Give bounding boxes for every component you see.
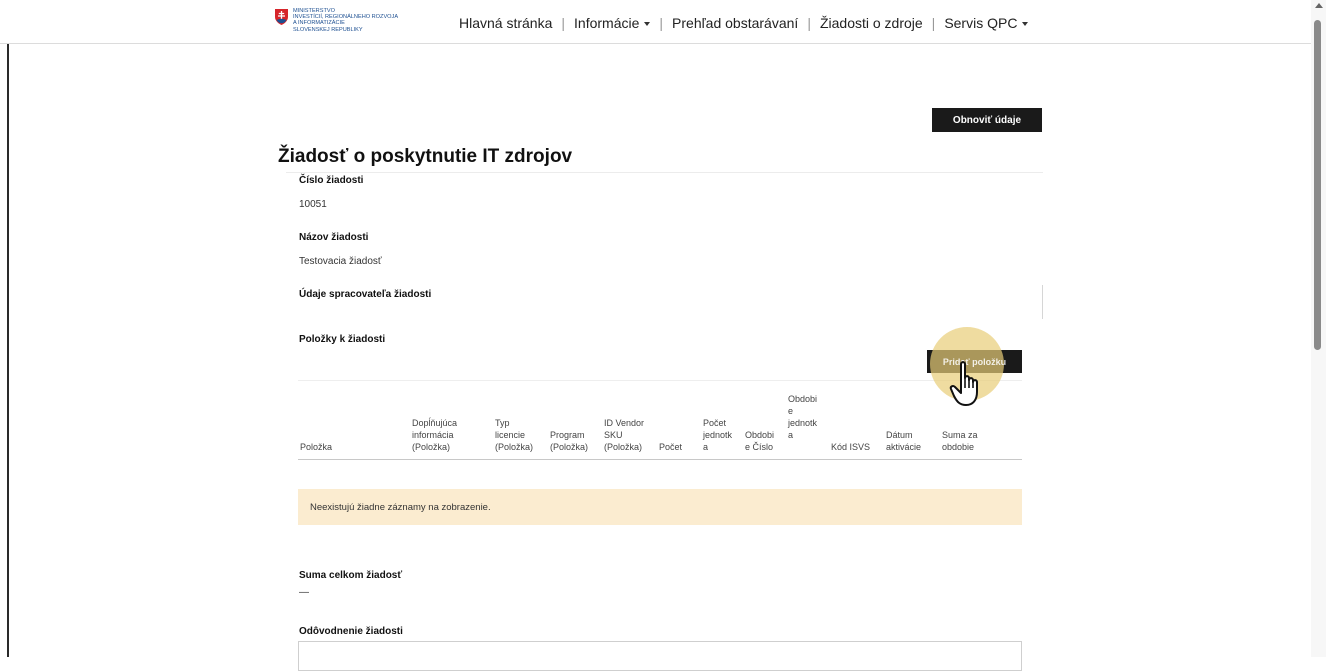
col-header-line: jednotk (703, 430, 733, 440)
col-header-line (942, 417, 978, 429)
col-header-line: e (788, 406, 794, 416)
col-header-line (703, 405, 732, 417)
col-header-line: informácia (412, 430, 454, 440)
col-header-period-number[interactable]: Obdobi e Číslo (745, 405, 774, 453)
col-header-line: Obdobi (745, 430, 775, 440)
scrollbar-thumb[interactable] (1314, 20, 1321, 350)
col-header-line: Položka (300, 442, 333, 452)
col-header-line: (Položka) (550, 442, 589, 452)
ministry-logo-text: MINISTERSTVO INVESTÍCIÍ, REGIONÁLNEHO RO… (293, 8, 398, 33)
empty-table-message: Neexistujú žiadne záznamy na zobrazenie. (298, 489, 1022, 525)
col-header-line: Počet (659, 442, 683, 452)
col-header-line: e Číslo (745, 442, 774, 452)
col-header-program[interactable]: Program (Položka) (550, 405, 588, 453)
col-header-line (659, 429, 682, 441)
nav-info-dropdown[interactable]: Informácie (574, 15, 651, 31)
col-header-line (550, 417, 588, 429)
col-header-line: ID Vendor (604, 418, 645, 428)
total-sum-value: — (299, 587, 309, 598)
table-top-border (298, 380, 1022, 381)
form-card-edge (1042, 285, 1043, 319)
col-header-line: Obdobi (788, 394, 818, 404)
col-header-line: Počet (703, 418, 727, 428)
window-left-edge (7, 0, 9, 657)
table-header-border (298, 459, 1022, 460)
request-number-value: 10051 (299, 199, 327, 210)
col-header-line: Dátum (886, 430, 913, 440)
form-card-border (286, 172, 1043, 173)
col-header-line: jednotk (788, 418, 818, 428)
col-header-line: Typ (495, 418, 510, 428)
nav-separator: | (561, 15, 566, 31)
logo-line: SLOVENSKEJ REPUBLIKY (293, 26, 363, 33)
col-header-line: SKU (604, 430, 623, 440)
col-header-line (495, 405, 533, 417)
col-header-line: (Položka) (604, 442, 643, 452)
col-header-line: obdobie (942, 442, 975, 452)
col-header-period-unit[interactable]: Obdobi e jednotk a (788, 393, 817, 441)
page-title: Žiadosť o poskytnutie IT zdrojov (278, 146, 573, 167)
col-header-line (886, 417, 921, 429)
col-header-activation-date[interactable]: Dátum aktivácie (886, 405, 921, 453)
col-header-line (831, 405, 870, 417)
col-header-vendor-sku[interactable]: ID Vendor SKU (Položka) (604, 405, 644, 453)
col-header-line (745, 405, 774, 417)
ministry-logo[interactable]: MINISTERSTVO INVESTÍCIÍ, REGIONÁLNEHO RO… (274, 8, 398, 33)
col-header-line: licencie (495, 430, 526, 440)
col-header-item[interactable]: Položka (300, 405, 332, 453)
nav-home[interactable]: Hlavná stránka (459, 15, 552, 31)
col-header-line (831, 429, 870, 441)
col-header-period-sum[interactable]: Suma za obdobie (942, 405, 978, 453)
col-header-line: Suma za (942, 430, 978, 440)
col-header-line (300, 405, 332, 417)
col-header-line (300, 417, 332, 429)
top-navigation-bar: MINISTERSTVO INVESTÍCIÍ, REGIONÁLNEHO RO… (0, 0, 1311, 44)
nav-requests[interactable]: Žiadosti o zdroje (820, 15, 923, 31)
processor-section-toggle[interactable]: Údaje spracovateľa žiadosti (299, 289, 431, 300)
col-header-license-type[interactable]: Typ licencie (Položka) (495, 405, 533, 453)
col-header-line (300, 429, 332, 441)
total-sum-label: Suma celkom žiadosť (299, 570, 403, 581)
justification-label: Odôvodnenie žiadosti (299, 626, 403, 637)
col-header-line: a (788, 430, 794, 440)
col-header-line (745, 417, 774, 429)
main-nav: Hlavná stránka | Informácie | Prehľad ob… (459, 15, 1029, 31)
col-header-count[interactable]: Počet (659, 405, 682, 453)
refresh-data-button[interactable]: Obnoviť údaje (932, 108, 1042, 132)
request-name-label: Názov žiadosti (299, 232, 369, 243)
nav-info-label: Informácie (574, 15, 640, 31)
items-section-label: Položky k žiadosti (299, 334, 386, 345)
col-header-line (412, 405, 457, 417)
col-header-line: (Položka) (495, 442, 534, 452)
nav-separator: | (659, 15, 664, 31)
col-header-line (831, 417, 870, 429)
col-header-line (550, 405, 588, 417)
nav-separator: | (931, 15, 936, 31)
col-header-line (604, 405, 644, 417)
col-header-line: Dopĺňujúca (412, 418, 458, 428)
caret-down-icon (644, 22, 651, 27)
nav-servis-label: Servis QPC (944, 15, 1018, 31)
nav-procurement[interactable]: Prehľad obstarávaní (672, 15, 798, 31)
slovak-coat-of-arms-icon (275, 9, 288, 25)
col-header-line: (Položka) (412, 442, 451, 452)
nav-separator: | (807, 15, 811, 31)
col-header-line: Program (550, 430, 585, 440)
justification-textarea[interactable] (298, 641, 1022, 671)
col-header-isvs-code[interactable]: Kód ISVS (831, 405, 870, 453)
request-number-label: Číslo žiadosti (299, 175, 364, 186)
scroll-up-arrow-icon[interactable] (1315, 3, 1323, 8)
col-header-line (659, 417, 682, 429)
caret-down-icon (1022, 22, 1029, 27)
col-header-line: Kód ISVS (831, 442, 871, 452)
col-header-line (659, 405, 682, 417)
col-header-line: aktivácie (886, 442, 922, 452)
nav-servis-dropdown[interactable]: Servis QPC (944, 15, 1029, 31)
col-header-line (886, 405, 921, 417)
request-name-value: Testovacia žiadosť (299, 256, 382, 267)
col-header-additional-info[interactable]: Dopĺňujúca informácia (Položka) (412, 405, 457, 453)
hand-pointer-icon (949, 361, 978, 406)
col-header-line: a (703, 442, 709, 452)
col-header-count-unit[interactable]: Počet jednotk a (703, 405, 732, 453)
